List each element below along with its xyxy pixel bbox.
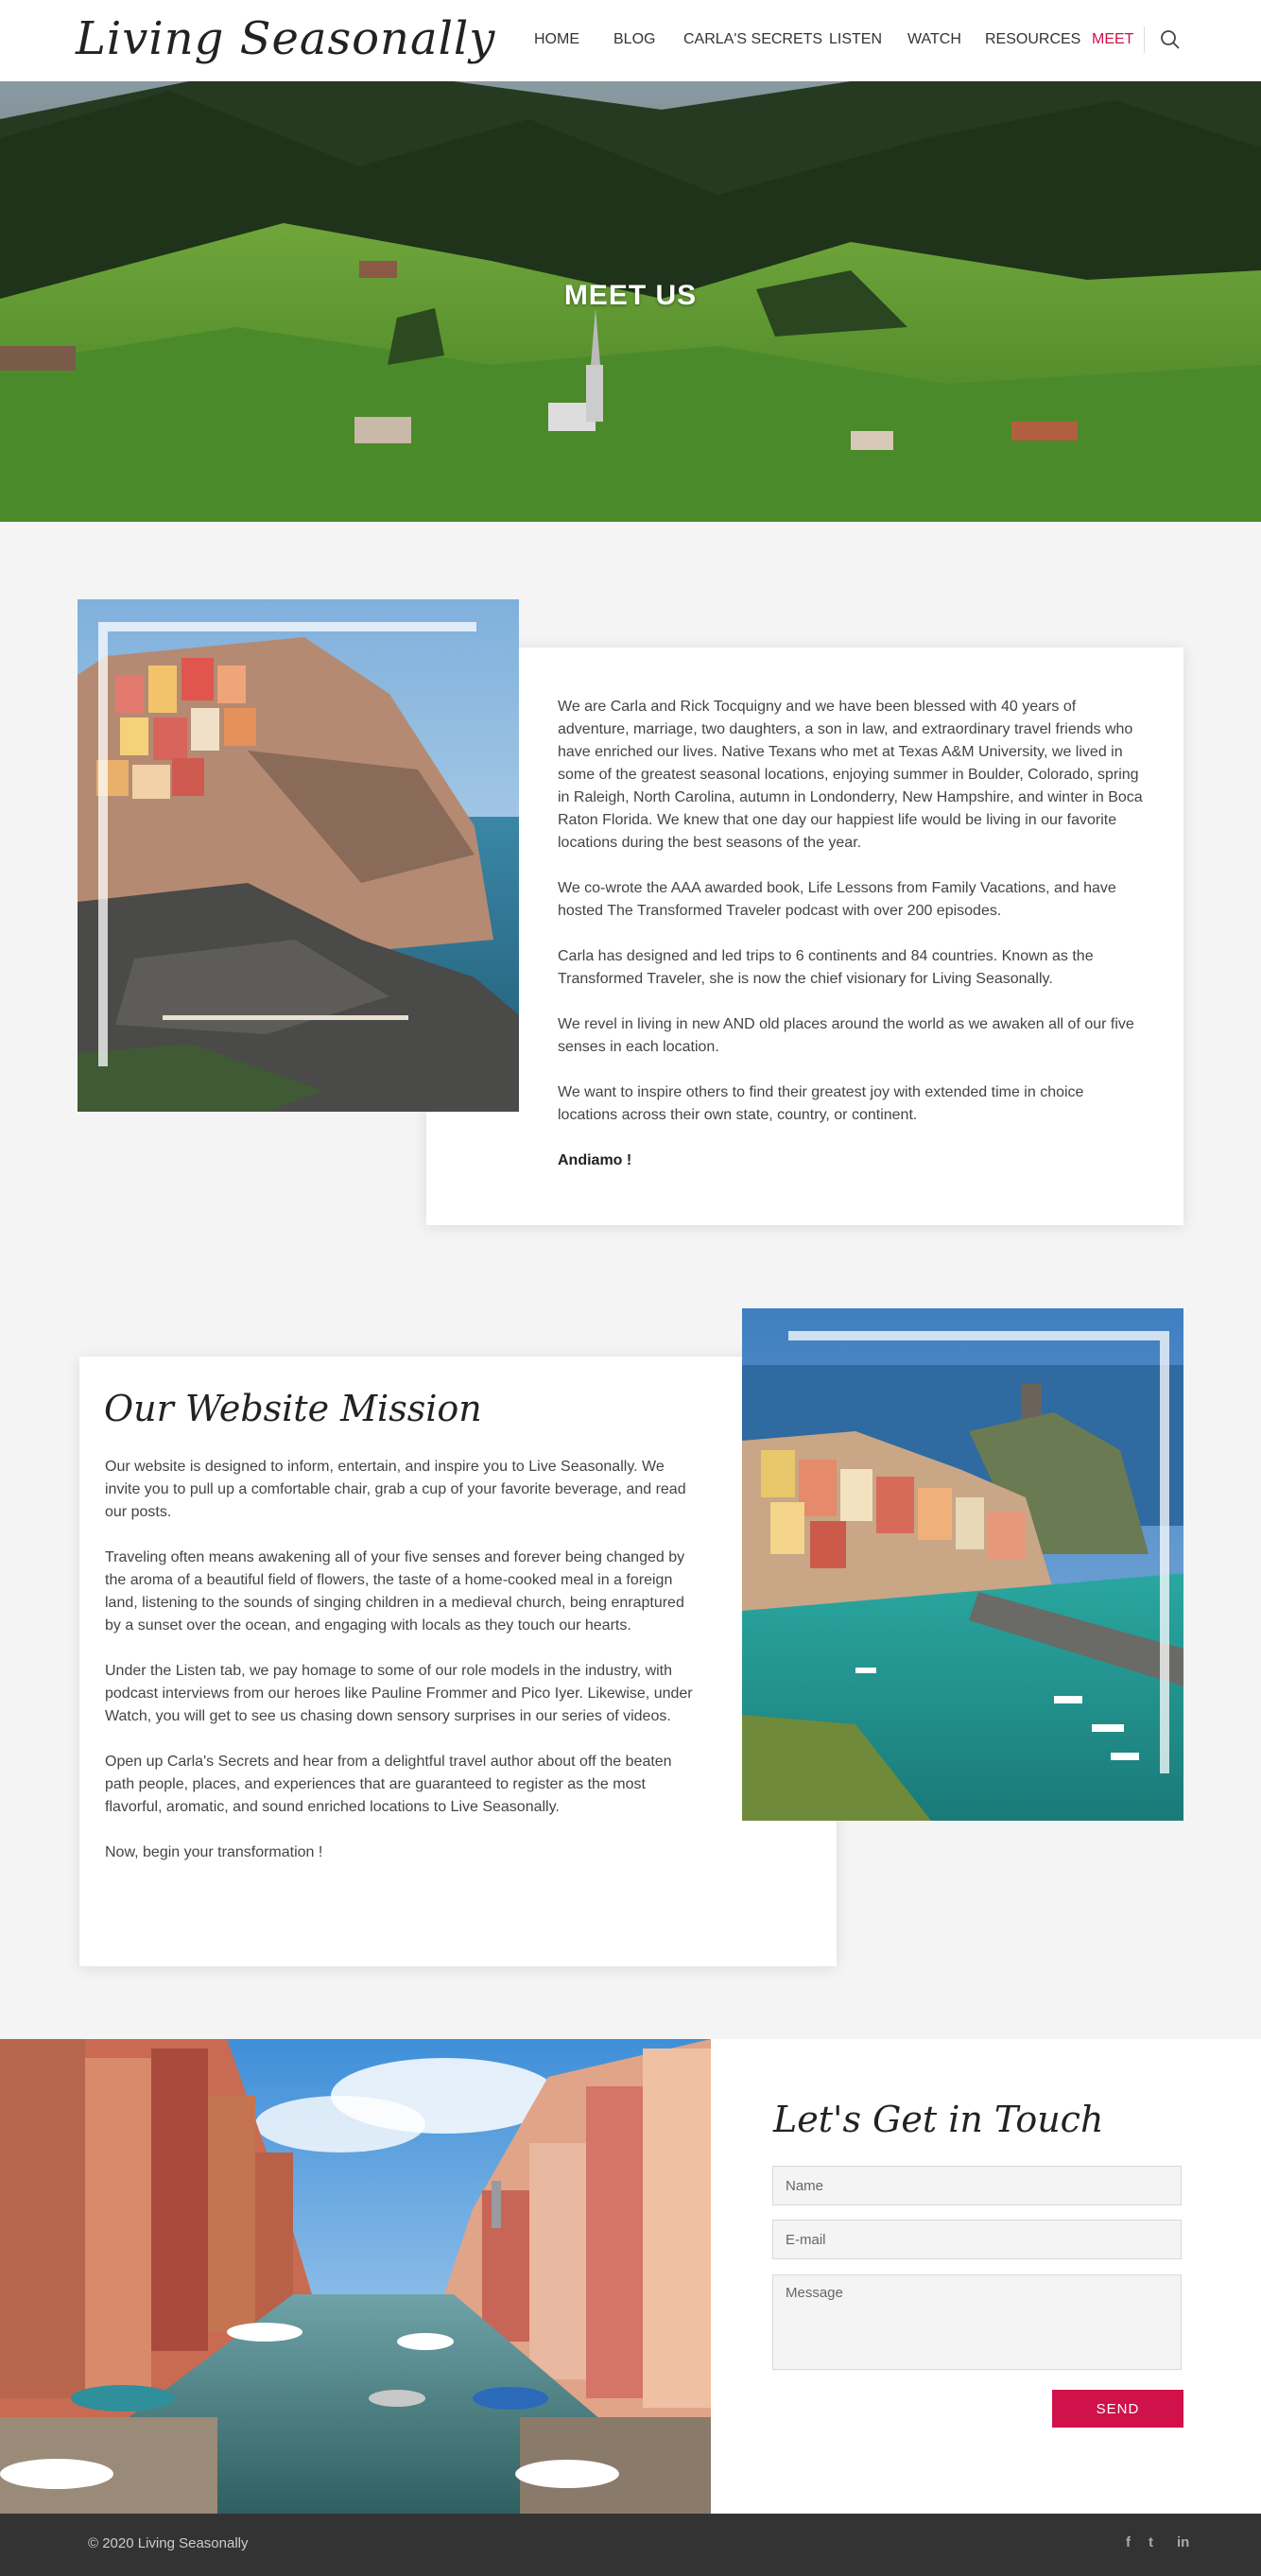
- nav-blog[interactable]: BLOG: [613, 28, 655, 51]
- hero-banner: MEET US: [0, 81, 1261, 522]
- twitter-icon[interactable]: t: [1149, 2534, 1153, 2550]
- mission-paragraph-1: Our website is designed to inform, enter…: [105, 1459, 686, 1520]
- mission-paragraph-4: Open up Carla's Secrets and hear from a …: [105, 1754, 672, 1815]
- nav-listen[interactable]: LISTEN: [829, 28, 882, 51]
- page-title: MEET US: [563, 280, 698, 311]
- message-field[interactable]: [772, 2274, 1182, 2370]
- nav-carlas-secrets[interactable]: CARLA'S SECRETS: [683, 28, 822, 51]
- about-paragraph-3: Carla has designed and led trips to 6 co…: [558, 948, 1094, 987]
- main-nav: HOME BLOG CARLA'S SECRETS LISTEN WATCH R…: [0, 0, 1261, 81]
- search-icon[interactable]: [1159, 28, 1182, 51]
- mission-text: Our website is designed to inform, enter…: [105, 1456, 700, 1887]
- copyright-text: © 2020 Living Seasonally: [88, 2535, 249, 2551]
- site-footer: © 2020 Living Seasonally f t in: [0, 2514, 1261, 2576]
- contact-title: Let's Get in Touch: [773, 2099, 1104, 2140]
- nav-resources[interactable]: RESOURCES: [985, 28, 1080, 51]
- site-header: Living Seasonally HOME BLOG CARLA'S SECR…: [0, 0, 1261, 81]
- nav-watch[interactable]: WATCH: [907, 28, 961, 51]
- email-field[interactable]: [772, 2220, 1182, 2259]
- linkedin-icon[interactable]: in: [1177, 2534, 1189, 2550]
- venice-canal-photo: [0, 2039, 711, 2514]
- nav-divider: [1144, 26, 1145, 53]
- about-paragraph-1: We are Carla and Rick Tocquigny and we h…: [558, 699, 1143, 851]
- nav-home[interactable]: HOME: [534, 28, 579, 51]
- about-paragraph-5: We want to inspire others to find their …: [558, 1084, 1084, 1123]
- mission-paragraph-2: Traveling often means awakening all of y…: [105, 1549, 685, 1634]
- send-button[interactable]: SEND: [1052, 2390, 1183, 2428]
- about-signoff: Andiamo !: [558, 1152, 632, 1168]
- about-text: We are Carla and Rick Tocquigny and we h…: [558, 696, 1144, 1195]
- mission-paragraph-3: Under the Listen tab, we pay homage to s…: [105, 1663, 693, 1724]
- photo-frame-accent: [98, 622, 476, 1066]
- photo-frame-accent: [788, 1331, 1169, 1773]
- nav-meet[interactable]: MEET: [1092, 28, 1133, 51]
- name-field[interactable]: [772, 2166, 1182, 2205]
- mission-title: Our Website Mission: [104, 1388, 482, 1429]
- facebook-icon[interactable]: f: [1126, 2534, 1131, 2550]
- mission-paragraph-5: Now, begin your transformation !: [105, 1844, 323, 1860]
- about-paragraph-2: We co-wrote the AAA awarded book, Life L…: [558, 880, 1116, 919]
- about-paragraph-4: We revel in living in new AND old places…: [558, 1016, 1134, 1055]
